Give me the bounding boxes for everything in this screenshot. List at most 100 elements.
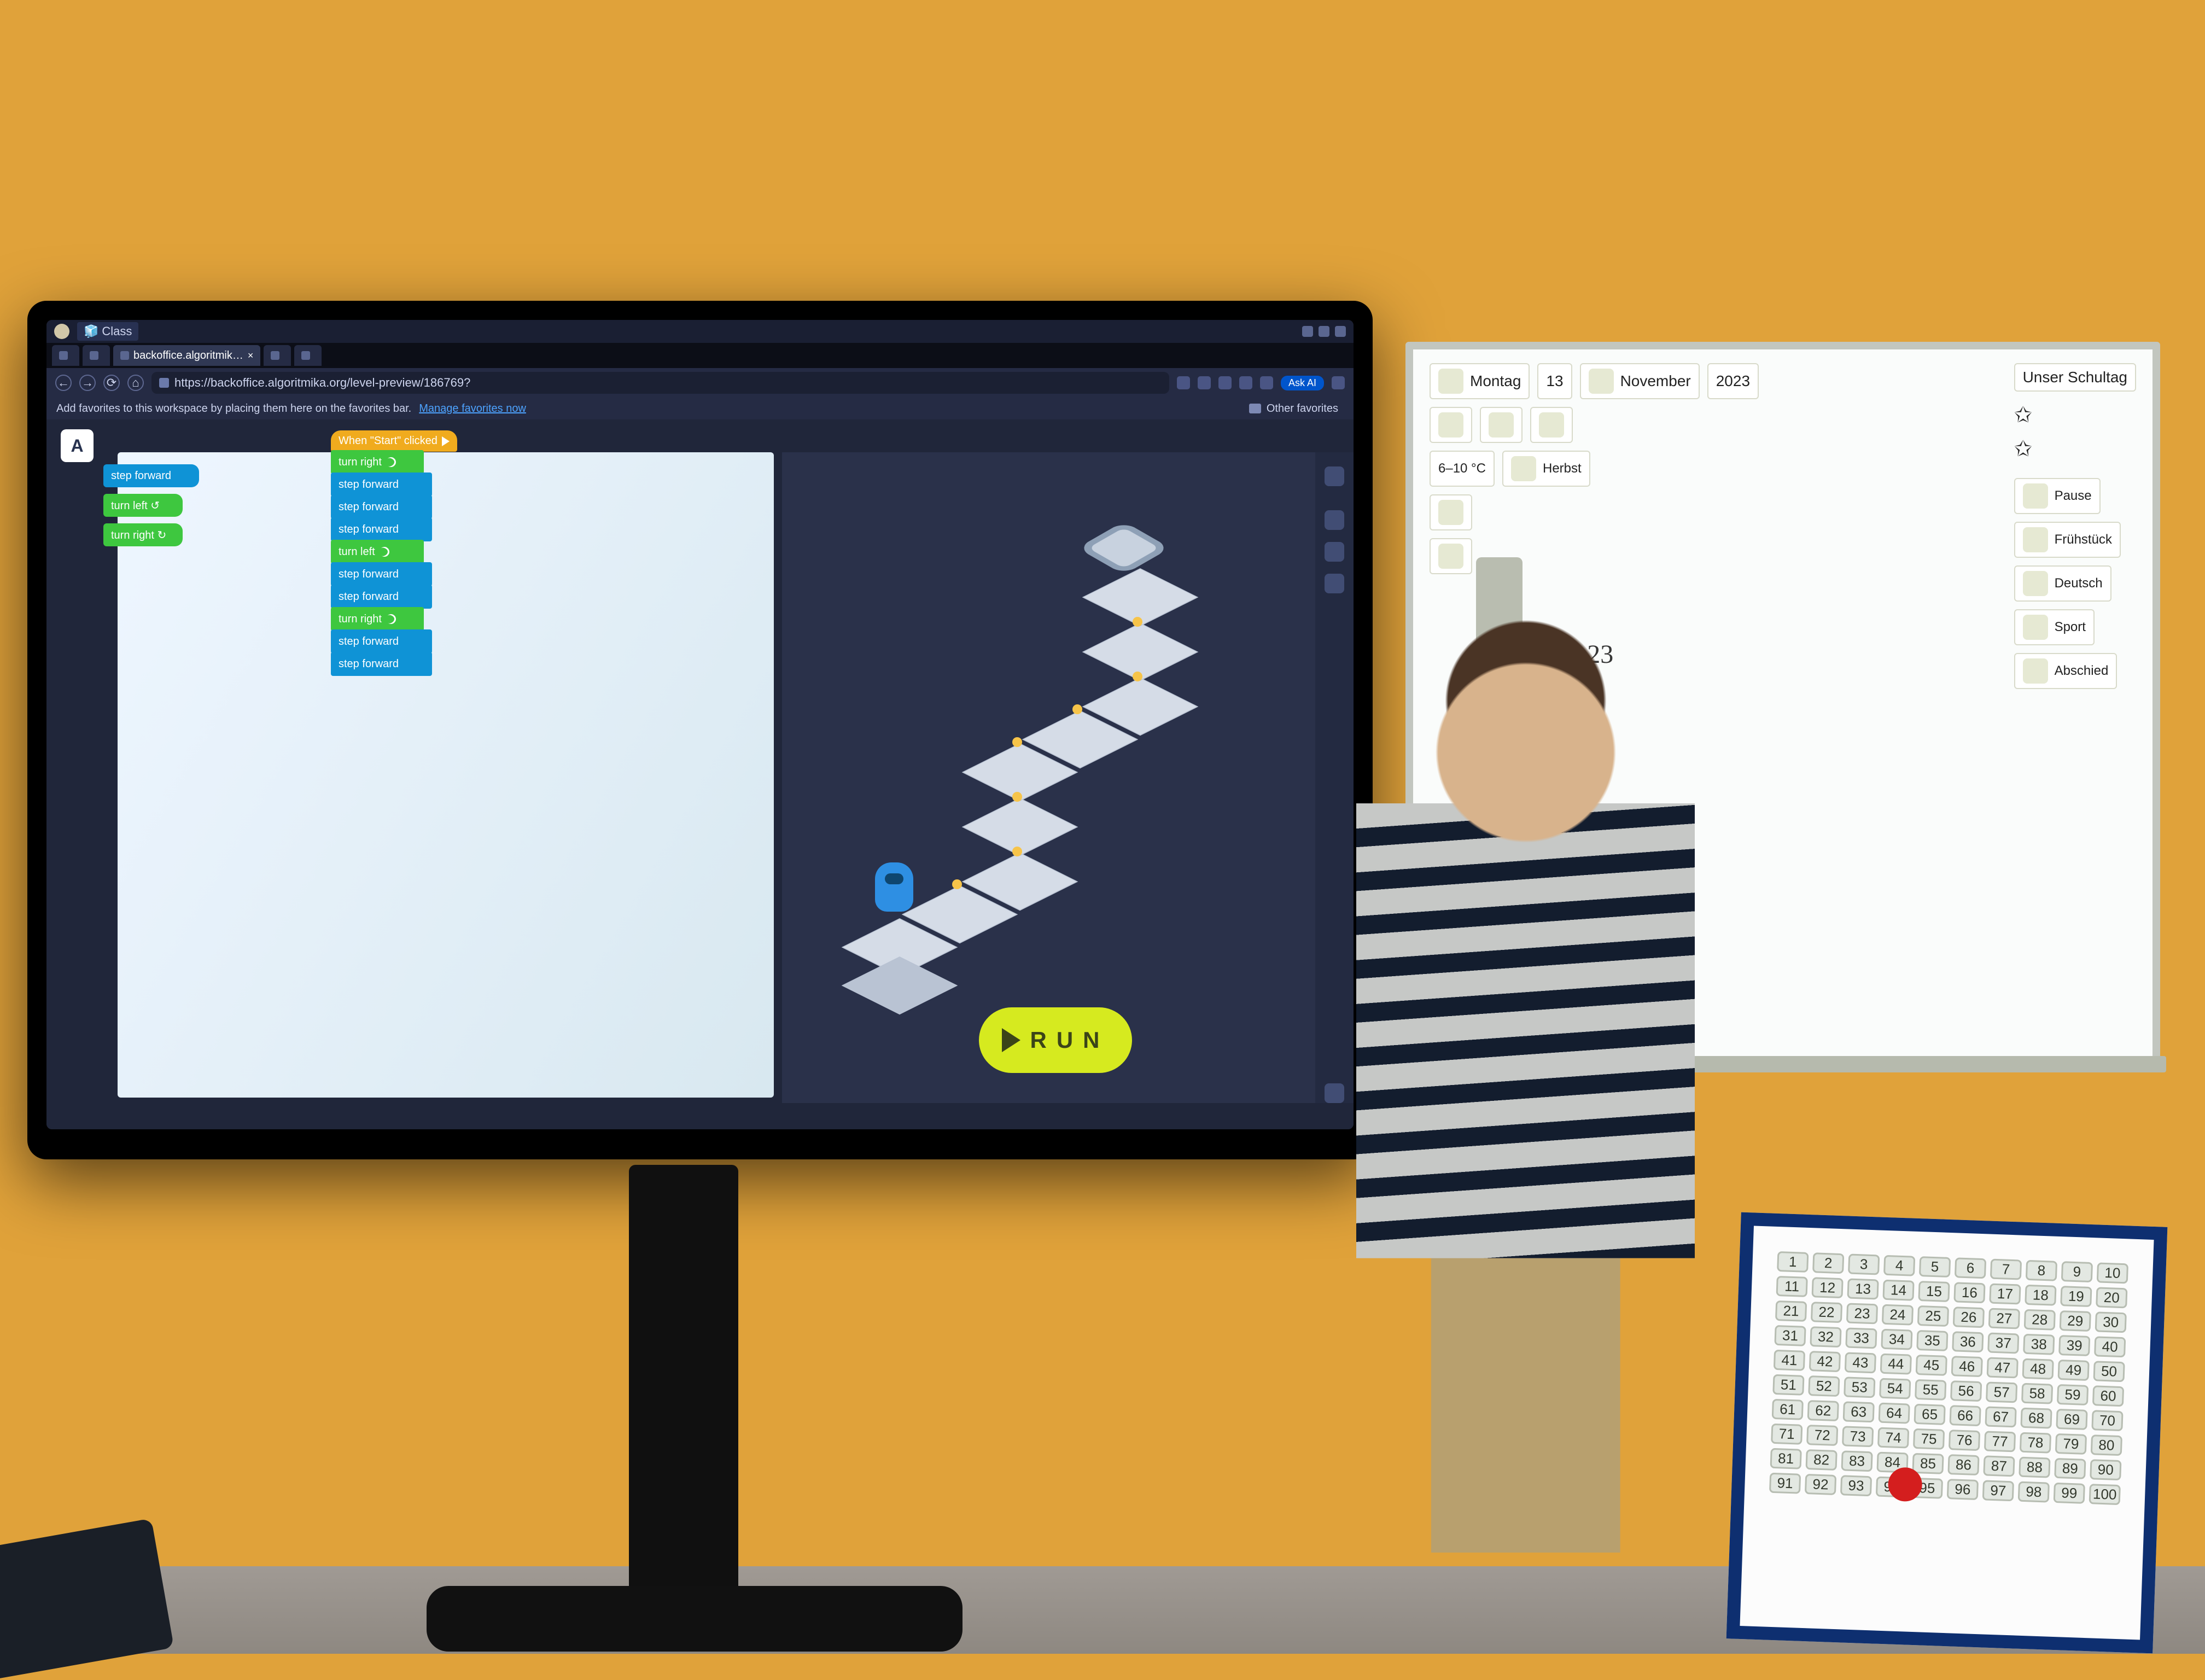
number-cell: 25 [1917, 1305, 1949, 1327]
browser-tab-active[interactable]: backoffice.algoritmik…× [113, 345, 260, 366]
number-cell: 75 [1913, 1428, 1945, 1450]
monitor-foot [427, 1586, 962, 1652]
number-cell: 63 [1843, 1401, 1875, 1422]
number-cell: 14 [1882, 1280, 1914, 1301]
hat-block-start[interactable]: When "Start" clicked [331, 430, 457, 452]
number-cell: 24 [1882, 1304, 1914, 1326]
tray-icon[interactable] [1335, 326, 1346, 337]
number-cell: 3 [1848, 1254, 1880, 1275]
robot-character [875, 862, 913, 912]
app-logo-badge[interactable]: A [61, 429, 94, 462]
number-cell: 44 [1880, 1354, 1912, 1375]
reset-icon[interactable] [1325, 510, 1344, 530]
reload-button[interactable]: ⟳ [103, 375, 120, 391]
turn-icon [384, 455, 398, 469]
browser-tab[interactable] [83, 345, 110, 366]
block-label: turn right [339, 613, 382, 626]
number-cell: 37 [1987, 1333, 2019, 1354]
number-cell: 36 [1952, 1331, 1984, 1352]
browser-tabstrip[interactable]: backoffice.algoritmik…× [46, 343, 1354, 368]
os-taskbar[interactable]: 🧊Class [46, 320, 1354, 343]
program-block[interactable]: step forward [331, 585, 432, 609]
program-block[interactable]: turn left [331, 540, 424, 564]
number-cell: 61 [1772, 1399, 1804, 1420]
close-icon[interactable]: × [248, 350, 254, 361]
forward-button[interactable]: → [79, 375, 96, 391]
toolbox-block-right[interactable]: turn right ↻ [103, 523, 183, 546]
camera-icon[interactable] [1325, 542, 1344, 562]
help-icon[interactable] [1325, 574, 1344, 593]
number-cell: 91 [1769, 1473, 1801, 1494]
browser-tab[interactable] [264, 345, 291, 366]
program-block[interactable]: turn right [331, 450, 424, 474]
run-button[interactable]: RUN [979, 1007, 1132, 1073]
number-cell: 68 [2020, 1408, 2052, 1429]
number-cell: 48 [2022, 1358, 2054, 1380]
number-cell: 2 [1812, 1252, 1844, 1274]
tray-icon[interactable] [1302, 326, 1313, 337]
cloud-icon [1539, 412, 1564, 438]
laptop [0, 1518, 174, 1679]
number-cell: 100 [2089, 1484, 2121, 1505]
program-block[interactable]: step forward [331, 562, 432, 586]
card-schedule: Abschied [2014, 653, 2118, 689]
ask-ai-button[interactable]: Ask AI [1281, 376, 1324, 390]
browser-tab[interactable] [294, 345, 322, 366]
program-block[interactable]: step forward [331, 652, 432, 676]
hundred-chart-poster: 1234567891011121314151617181920212223242… [1726, 1212, 2168, 1654]
program-block[interactable]: step forward [331, 629, 432, 654]
star-icon: ✩ [2014, 402, 2033, 428]
number-cell: 99 [2054, 1483, 2085, 1504]
number-cell: 53 [1844, 1376, 1875, 1398]
thermometer-icon [1438, 412, 1463, 438]
number-cell: 96 [1947, 1479, 1979, 1500]
number-cell: 90 [2090, 1459, 2121, 1480]
run-label: RUN [1030, 1027, 1110, 1053]
taskbar-app-class[interactable]: 🧊Class [77, 322, 138, 341]
program-block[interactable]: turn right [331, 607, 424, 631]
settings-icon[interactable] [1260, 376, 1273, 389]
play-icon [1002, 1028, 1020, 1052]
turn-icon [377, 545, 391, 558]
collections-icon[interactable] [1218, 376, 1232, 389]
manage-favorites-link[interactable]: Manage favorites now [419, 402, 526, 415]
subject-icon [2023, 615, 2048, 640]
program-block[interactable]: step forward [331, 495, 432, 519]
lock-icon [159, 378, 169, 388]
number-cell: 98 [2018, 1481, 2050, 1503]
number-cell: 69 [2056, 1409, 2087, 1430]
print-icon[interactable] [1239, 376, 1252, 389]
block-label: turn right [339, 456, 382, 469]
toolbox-block-left[interactable]: turn left ↺ [103, 494, 183, 517]
number-cell: 43 [1845, 1352, 1876, 1373]
back-button[interactable]: ← [55, 375, 72, 391]
other-favorites-link[interactable]: Other favorites [1267, 402, 1338, 415]
card-tree [1480, 407, 1522, 443]
start-button-icon[interactable] [54, 324, 69, 339]
number-cell: 50 [2093, 1361, 2125, 1382]
toolbox-block-step[interactable]: step forward [103, 464, 199, 487]
number-cell: 31 [1774, 1325, 1806, 1346]
browser-tab[interactable] [52, 345, 79, 366]
number-cell: 40 [2094, 1336, 2126, 1357]
tray-icon[interactable] [1319, 326, 1329, 337]
number-cell: 86 [1947, 1454, 1979, 1475]
extensions-icon[interactable] [1198, 376, 1211, 389]
number-cell: 58 [2021, 1383, 2053, 1404]
program-block[interactable]: step forward [331, 517, 432, 541]
address-bar[interactable]: https://backoffice.algoritmika.org/level… [151, 372, 1169, 394]
number-cell: 5 [1919, 1256, 1951, 1278]
block-toolbox[interactable]: step forward turn left ↺ turn right ↻ [103, 464, 199, 546]
favorite-icon[interactable] [1177, 376, 1190, 389]
game-level-view[interactable]: RUN [782, 452, 1354, 1103]
system-tray[interactable] [1302, 326, 1346, 337]
home-button[interactable]: ⌂ [127, 375, 144, 391]
program-block[interactable]: step forward [331, 472, 432, 497]
program-stack[interactable]: When "Start" clicked turn right step for… [331, 430, 457, 676]
profile-icon[interactable] [1332, 376, 1345, 389]
interactive-monitor: 🧊Class backoffice.algoritmik…× ← → ⟳ ⌂ [27, 301, 1373, 1159]
card-cloud [1530, 407, 1573, 443]
number-cell: 8 [2026, 1260, 2057, 1281]
fullscreen-icon[interactable] [1325, 466, 1344, 486]
number-cell: 83 [1841, 1450, 1872, 1472]
